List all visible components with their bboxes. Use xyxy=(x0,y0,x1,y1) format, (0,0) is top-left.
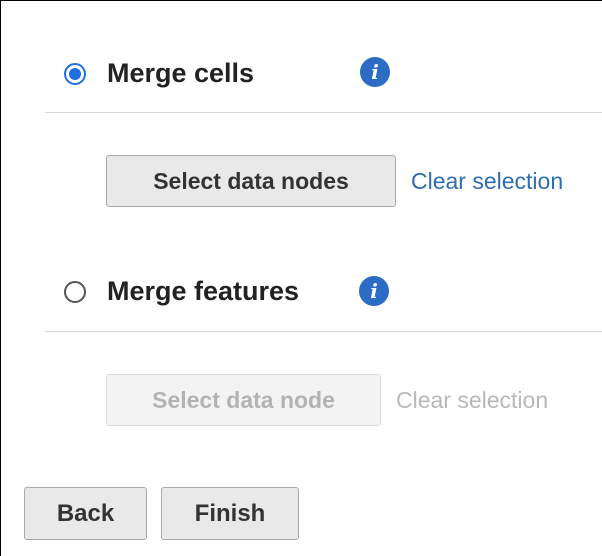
merge-features-label[interactable]: Merge features xyxy=(107,276,299,307)
merge-cells-label[interactable]: Merge cells xyxy=(107,58,254,89)
merge-cells-info-icon[interactable]: i xyxy=(360,57,390,87)
select-data-nodes-button[interactable]: Select data nodes xyxy=(106,155,396,207)
merge-cells-divider xyxy=(45,112,602,113)
frame-border-left xyxy=(0,0,1,556)
merge-features-info-icon[interactable]: i xyxy=(359,276,389,306)
select-data-node-button: Select data node xyxy=(106,374,381,426)
frame-border-top xyxy=(0,0,602,1)
merge-features-divider xyxy=(45,331,602,332)
merge-features-radio[interactable] xyxy=(64,281,86,303)
finish-button[interactable]: Finish xyxy=(161,487,299,540)
merge-cells-radio[interactable] xyxy=(64,63,86,85)
back-button[interactable]: Back xyxy=(24,487,147,540)
merge-features-clear-selection-link: Clear selection xyxy=(396,387,549,413)
merge-cells-clear-selection-link[interactable]: Clear selection xyxy=(411,168,563,195)
merge-dialog: Merge cells i Select data nodes Clear se… xyxy=(0,0,602,556)
